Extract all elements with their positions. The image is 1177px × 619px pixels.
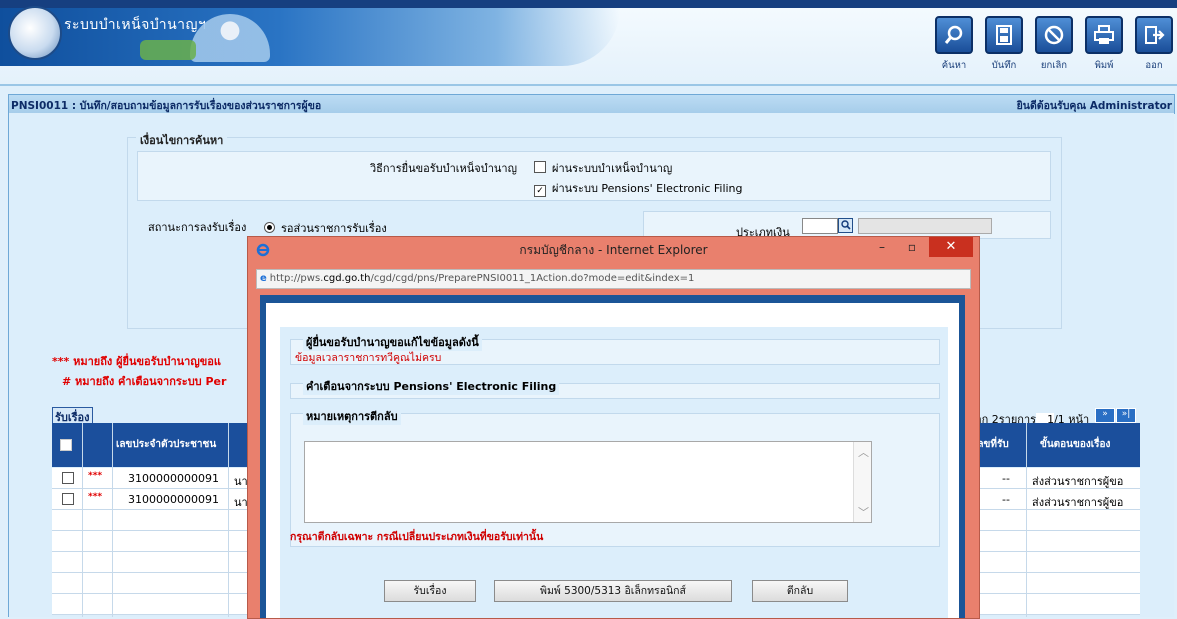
return-button[interactable]: ตีกลับ [752, 580, 848, 602]
popup-content: ผู้ยื่นขอรับบำนาญขอแก้ไขข้อมูลดังนี้ ข้อ… [280, 327, 948, 618]
app-header: ระบบบำเหน็จบำนาญฯ ค้นหา บันทึก ยกเลิก พิ… [0, 0, 1177, 86]
url-host: cgd.go.th [323, 273, 371, 284]
cancel-button-label: ยกเลิก [1040, 60, 1068, 71]
status-radio[interactable] [264, 222, 275, 233]
last-page-button[interactable]: »| [1116, 408, 1136, 423]
textarea-scrollbar[interactable]: ︿ ﹀ [853, 442, 871, 522]
row-checkbox[interactable] [62, 472, 74, 484]
header-citizen-id: เลขประจำตัวประชาชน [116, 439, 217, 450]
department-seal-logo [8, 6, 62, 60]
next-page-button[interactable]: » [1095, 408, 1115, 423]
app-title: ระบบบำเหน็จบำนาญฯ [64, 17, 207, 33]
internet-explorer-icon [256, 243, 270, 257]
grid-divider [228, 423, 229, 617]
option-system[interactable]: ผ่านระบบบำเหน็จบำนาญ [534, 159, 672, 177]
money-type-lookup-button[interactable] [838, 218, 853, 233]
row-step: ส่งส่วนราชการผู้ขอ [1032, 496, 1124, 509]
popup-frame: ผู้ยื่นขอรับบำนาญขอแก้ไขข้อมูลดังนี้ ข้อ… [260, 295, 965, 618]
minimize-button[interactable]: – [867, 237, 897, 259]
row-name: นา [234, 496, 248, 509]
option-efiling-checkbox[interactable]: ✓ [534, 185, 546, 197]
address-bar[interactable]: e http://pws.cgd.go.th/cgd/cgd/pns/Prepar… [256, 269, 971, 289]
exit-button-label: ออก [1145, 60, 1163, 71]
maximize-button[interactable]: ▫ [897, 237, 927, 259]
money-type-description [858, 218, 992, 234]
print-icon [1085, 16, 1123, 54]
print-button[interactable]: พิมพ์ [1083, 16, 1125, 73]
last-page-icon: »| [1121, 409, 1131, 419]
exit-button[interactable]: ออก [1133, 16, 1175, 73]
row-mark: *** [88, 492, 103, 502]
double-chevron-right-icon: » [1102, 409, 1108, 419]
status-label: สถานะการลงรับเรื่อง [148, 221, 247, 234]
option-system-label: ผ่านระบบบำเหน็จบำนาญ [552, 162, 673, 175]
ie-popup-window: กรมบัญชีกลาง - Internet Explorer – ▫ ✕ e… [247, 236, 980, 619]
welcome-text: ยินดีต้อนรับคุณ Administrator [1016, 100, 1172, 112]
search-icon [841, 220, 851, 230]
search-button[interactable]: ค้นหา [933, 16, 975, 73]
return-note-legend: หมายเหตุการตีกลับ [303, 407, 401, 425]
address-ie-icon: e [260, 273, 267, 284]
note-line-1: *** หมายถึง ผู้ยื่นขอรับบำนาญขอแ [52, 355, 221, 368]
row-receive-no: -- [1002, 493, 1010, 506]
popup-title: กรมบัญชีกลาง - Internet Explorer [519, 243, 708, 257]
grid-divider [1026, 423, 1027, 617]
grid-divider [112, 423, 113, 617]
status-option[interactable]: รอส่วนราชการรับเรื่อง [264, 219, 387, 237]
row-mark: *** [88, 471, 103, 481]
option-efiling-label: ผ่านระบบ Pensions' Electronic Filing [552, 182, 743, 195]
header-step: ขั้นตอนของเรื่อง [1040, 439, 1111, 450]
efiling-warning-section: คำเตือนจากระบบ Pensions' Electronic Fili… [290, 377, 940, 399]
page-title-bar: PNSI0011 : บันทึก/สอบถามข้อมูลการรับเรื่… [8, 94, 1175, 114]
option-efiling[interactable]: ✓ ผ่านระบบ Pensions' Electronic Filing [534, 179, 743, 197]
row-step: ส่งส่วนราชการผู้ขอ [1032, 475, 1124, 488]
url-prefix: http://pws. [269, 273, 324, 284]
popup-page: ผู้ยื่นขอรับบำนาญขอแก้ไขข้อมูลดังนี้ ข้อ… [266, 303, 959, 618]
save-button-label: บันทึก [991, 60, 1017, 71]
receive-tab-button[interactable]: รับเรื่อง [52, 407, 93, 424]
close-button[interactable]: ✕ [929, 237, 973, 257]
option-system-checkbox[interactable] [534, 161, 546, 173]
url-path: /cgd/cgd/pns/PreparePNSI0011_1Action.do?… [370, 273, 695, 284]
search-icon [935, 16, 973, 54]
grid-divider [82, 423, 83, 617]
row-citizen-id: 3100000000091 [128, 472, 219, 485]
print-5300-button[interactable]: พิมพ์ 5300/5313 อิเล็กทรอนิกส์ [494, 580, 732, 602]
cancel-button[interactable]: ยกเลิก [1033, 16, 1075, 73]
status-option-label: รอส่วนราชการรับเรื่อง [281, 222, 387, 235]
submit-method-label: วิธีการยื่นขอรับบำเหน็จบำนาญ [370, 162, 517, 175]
select-all-checkbox[interactable] [60, 439, 72, 451]
header-topline [0, 0, 1177, 8]
print-button-label: พิมพ์ [1094, 60, 1114, 71]
revision-request-text: ข้อมูลเวลาราชการทวีคูณไม่ครบ [295, 352, 442, 364]
row-name: นา [234, 475, 248, 488]
save-button[interactable]: บันทึก [983, 16, 1025, 73]
money-type-input[interactable] [802, 218, 838, 234]
search-button-label: ค้นหา [941, 60, 967, 71]
receive-button[interactable]: รับเรื่อง [384, 580, 476, 602]
toolbar: ค้นหา บันทึก ยกเลิก พิมพ์ ออก [933, 16, 1175, 73]
exit-icon [1135, 16, 1173, 54]
cancel-icon [1035, 16, 1073, 54]
return-note-textarea[interactable]: ︿ ﹀ [304, 441, 872, 523]
money-illustration [140, 40, 196, 60]
row-checkbox[interactable] [62, 493, 74, 505]
chevron-up-icon[interactable]: ︿ [858, 444, 869, 460]
submit-method-box: วิธีการยื่นขอรับบำเหน็จบำนาญ ผ่านระบบบำเ… [137, 151, 1051, 201]
return-instruction: กรุณาตีกลับเฉพาะ กรณีเปลี่ยนประเภทเงินที… [290, 531, 544, 543]
chevron-down-icon[interactable]: ﹀ [858, 504, 869, 520]
revision-request-section: ผู้ยื่นขอรับบำนาญขอแก้ไขข้อมูลดังนี้ ข้อ… [290, 333, 940, 365]
efiling-warning-legend: คำเตือนจากระบบ Pensions' Electronic Fili… [303, 377, 560, 395]
row-receive-no: -- [1002, 472, 1010, 485]
save-icon [985, 16, 1023, 54]
row-citizen-id: 3100000000091 [128, 493, 219, 506]
page-title: PNSI0011 : บันทึก/สอบถามข้อมูลการรับเรื่… [11, 100, 322, 112]
close-icon: ✕ [945, 239, 957, 254]
search-criteria-legend: เงื่อนไขการค้นหา [136, 131, 228, 149]
note-line-2: # หมายถึง คำเตือนจากระบบ Per [62, 375, 227, 388]
